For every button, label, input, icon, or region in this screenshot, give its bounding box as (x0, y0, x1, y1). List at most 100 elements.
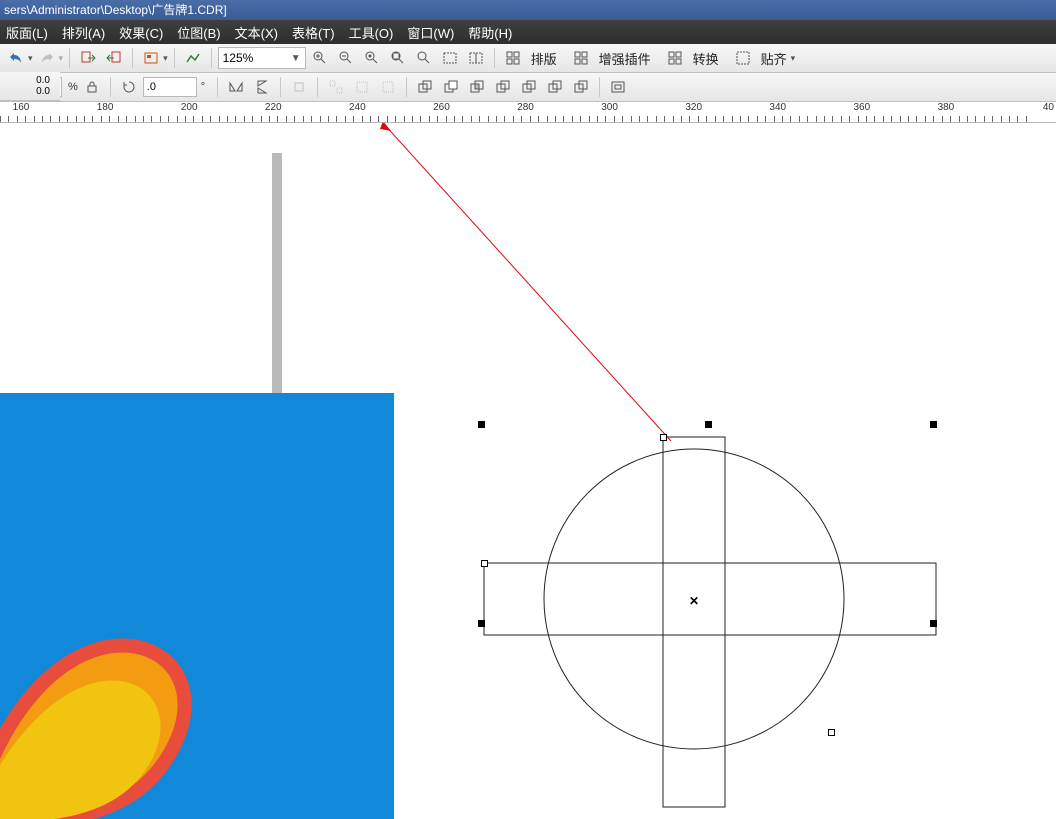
menu-layout[interactable]: 版面(L) (6, 23, 48, 42)
ruler-tick (975, 116, 976, 122)
horizontal-ruler[interactable]: 40 160180200220240260280300320340360380 (0, 102, 1056, 123)
zoom-level-combo[interactable]: 125% ▼ (218, 47, 306, 69)
ruler-tick (109, 116, 110, 122)
simplify-button[interactable] (491, 75, 515, 99)
align-button-2[interactable] (350, 75, 374, 99)
ruler-tick (782, 116, 783, 122)
ruler-tick (25, 116, 26, 122)
zoom-out-button[interactable] (334, 46, 358, 70)
mirror-h-button[interactable] (224, 75, 248, 99)
dropdown-icon[interactable]: ▾ (791, 53, 796, 64)
welcome-screen-button[interactable] (181, 46, 205, 70)
selection-handle-ne[interactable] (930, 421, 937, 428)
align-button-3[interactable] (376, 75, 400, 99)
ruler-label: 200 (181, 102, 198, 113)
ruler-tick (286, 116, 287, 122)
ruler-tick (101, 116, 102, 122)
zoom-height-button[interactable] (464, 46, 488, 70)
zoom-page-button[interactable] (412, 46, 436, 70)
rotation-angle-input[interactable]: .0 (143, 77, 197, 97)
menu-tools[interactable]: 工具(O) (349, 23, 394, 42)
zoom-in-button[interactable] (308, 46, 332, 70)
standard-toolbar: ▾ ▾ ▾ 125% ▼ 排版 (0, 44, 1056, 73)
ruler-tick (118, 116, 119, 122)
mirror-v-button[interactable] (250, 75, 274, 99)
app-launcher-button[interactable] (139, 46, 163, 70)
ruler-tick (950, 116, 951, 122)
convert-launcher-icon[interactable] (663, 46, 687, 70)
plugin-launcher-icon[interactable] (569, 46, 593, 70)
ruler-tick (605, 116, 606, 122)
ruler-tick (437, 116, 438, 122)
ruler-tick (858, 116, 859, 122)
align-button-1[interactable] (324, 75, 348, 99)
ruler-tick (345, 116, 346, 122)
snap-group-label[interactable]: 贴齐 (761, 49, 787, 68)
menu-window[interactable]: 窗口(W) (407, 23, 454, 42)
import-button[interactable] (76, 46, 100, 70)
scale-y-b[interactable]: 0.0 (0, 86, 60, 97)
ruler-label: 160 (13, 102, 30, 113)
shape-rect-horizontal[interactable] (484, 563, 936, 635)
zoom-selection-button[interactable] (360, 46, 384, 70)
node-square-1[interactable] (660, 434, 667, 441)
node-square-3[interactable] (828, 729, 835, 736)
ruler-tick (303, 116, 304, 122)
separator (406, 77, 407, 97)
plugin-group-label[interactable]: 增强插件 (599, 49, 651, 68)
ruler-tick (462, 116, 463, 122)
ruler-tick (185, 116, 186, 122)
selection-handle-nw[interactable] (478, 421, 485, 428)
menu-help[interactable]: 帮助(H) (468, 23, 512, 42)
snap-launcher-icon[interactable] (731, 46, 755, 70)
selection-handle-e[interactable] (930, 620, 937, 627)
menu-text[interactable]: 文本(X) (235, 23, 278, 42)
separator (211, 48, 212, 68)
ruler-tick (933, 116, 934, 122)
zoom-width-button[interactable] (438, 46, 462, 70)
selection-handle-n[interactable] (705, 421, 712, 428)
ruler-label: 300 (601, 102, 618, 113)
ruler-tick (715, 116, 716, 122)
ruler-tick (597, 116, 598, 122)
node-square-2[interactable] (481, 560, 488, 567)
ruler-label: 240 (349, 102, 366, 113)
undo-button[interactable] (4, 46, 28, 70)
ruler-label: 340 (769, 102, 786, 113)
zoom-all-button[interactable] (386, 46, 410, 70)
menu-bitmaps[interactable]: 位图(B) (177, 23, 220, 42)
to-front-button[interactable] (287, 75, 311, 99)
selection-handle-w[interactable] (478, 620, 485, 627)
layout-group-label[interactable]: 排版 (531, 49, 557, 68)
menu-arrange[interactable]: 排列(A) (62, 23, 105, 42)
ruler-tick (336, 116, 337, 122)
create-boundary-button[interactable] (606, 75, 630, 99)
trim-button[interactable] (439, 75, 463, 99)
ruler-tick (429, 116, 430, 122)
dropdown-icon[interactable]: ▾ (163, 53, 168, 64)
weld-button[interactable] (413, 75, 437, 99)
ruler-tick (168, 116, 169, 122)
ruler-tick (362, 116, 363, 122)
front-minus-back-button[interactable] (517, 75, 541, 99)
dropdown-icon[interactable]: ▾ (28, 53, 33, 64)
intersect-button[interactable] (465, 75, 489, 99)
layout-launcher-icon[interactable] (501, 46, 525, 70)
ruler-tick (370, 116, 371, 122)
scale-y-a[interactable]: 0.0 (0, 75, 60, 86)
redo-button[interactable] (35, 46, 59, 70)
lock-ratio-button[interactable] (80, 75, 104, 99)
convert-group-label[interactable]: 转换 (693, 49, 719, 68)
ruler-tick (740, 116, 741, 122)
export-button[interactable] (102, 46, 126, 70)
menu-effects[interactable]: 效果(C) (119, 23, 163, 42)
ruler-tick (614, 116, 615, 122)
ruler-tick (530, 116, 531, 122)
shape-rect-vertical[interactable] (663, 437, 725, 807)
drawing-canvas[interactable]: ✕ (0, 123, 1056, 819)
back-minus-front-button[interactable] (543, 75, 567, 99)
ruler-tick (219, 116, 220, 122)
boundary-button[interactable] (569, 75, 593, 99)
menu-table[interactable]: 表格(T) (292, 23, 335, 42)
ruler-tick (757, 116, 758, 122)
